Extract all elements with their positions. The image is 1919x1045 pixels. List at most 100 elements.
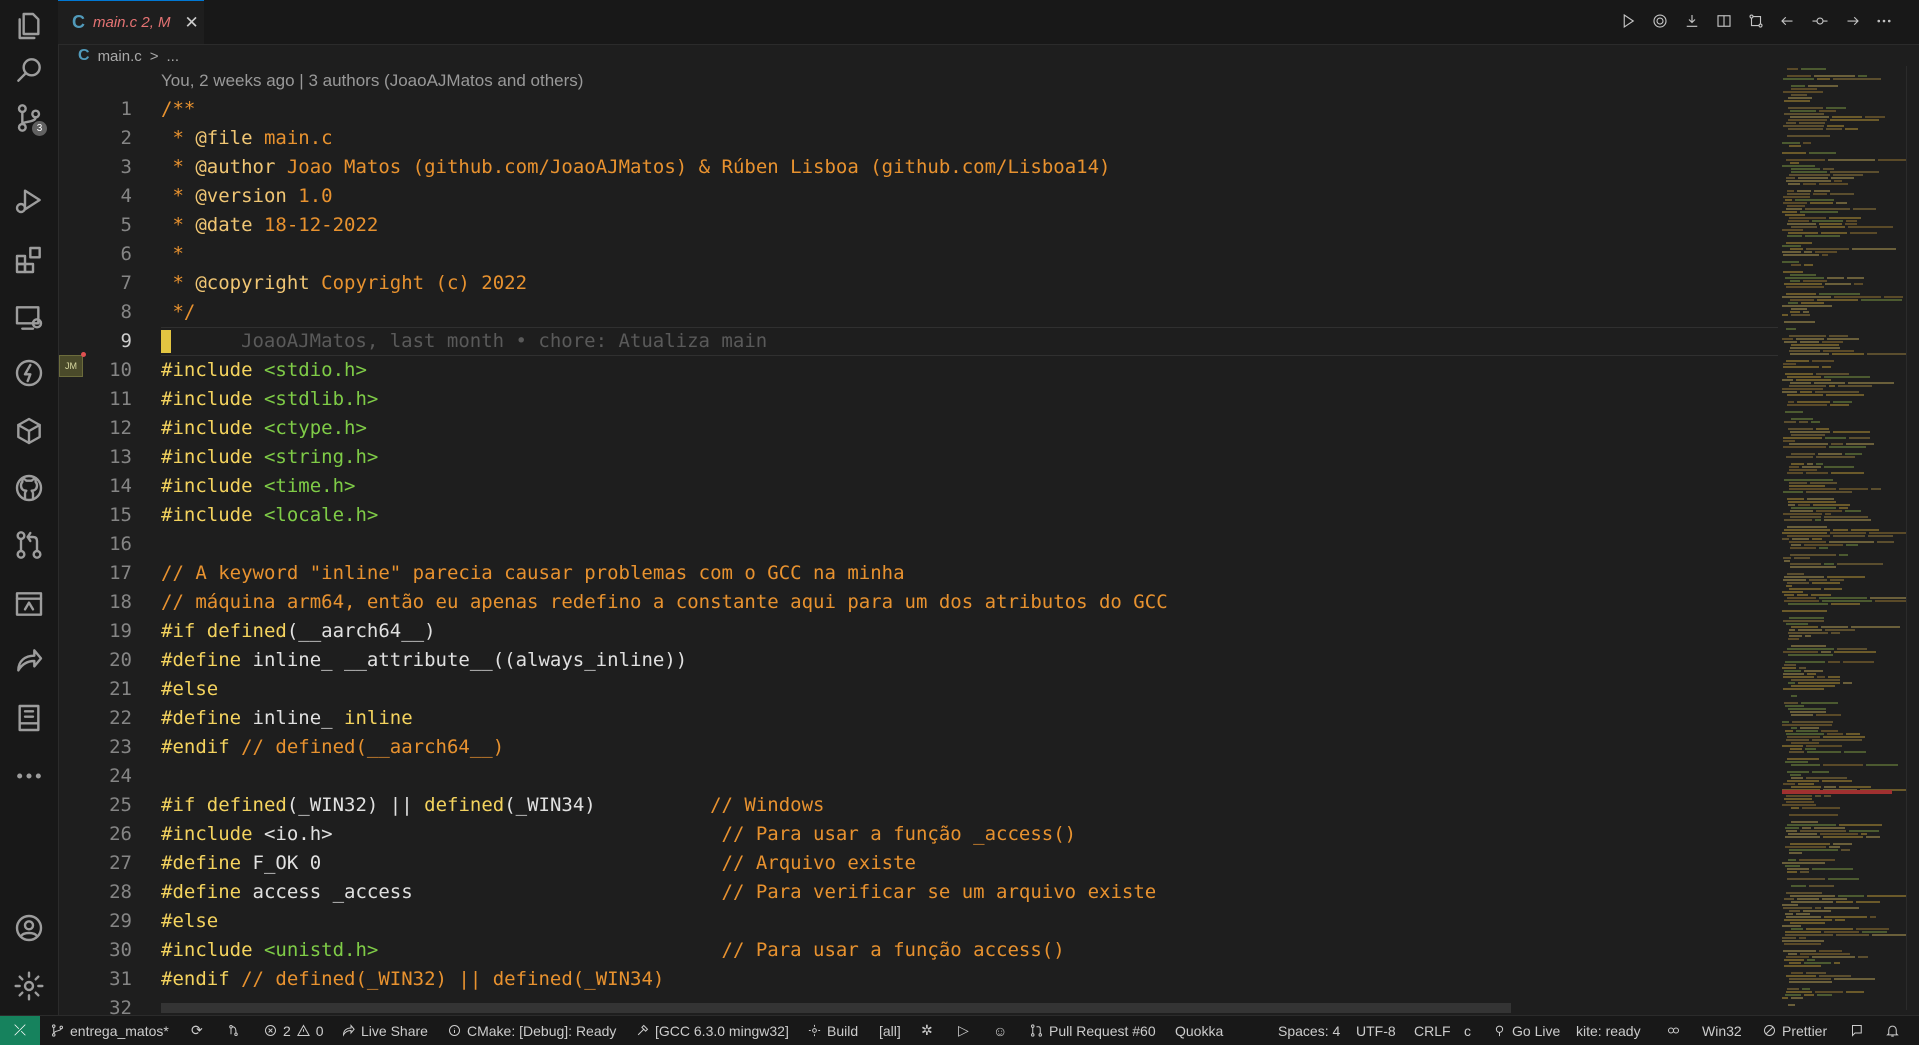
compare-icon[interactable]	[1745, 10, 1767, 32]
breadcrumb-symbol[interactable]: ...	[167, 48, 180, 65]
code-line[interactable]: 1 /**	[58, 95, 1778, 124]
github-icon[interactable]	[11, 470, 47, 506]
code-line[interactable]: 25 #if defined(_WIN32) || defined(_WIN34)…	[58, 791, 1778, 820]
remote-indicator[interactable]: ⤫	[0, 1016, 40, 1045]
sync-button[interactable]: ⟳	[191, 1016, 203, 1045]
language-mode-item[interactable]: c	[1464, 1016, 1471, 1045]
code-line[interactable]: 3 * @author Joao Matos (github.com/JoaoA…	[58, 153, 1778, 182]
run-icon[interactable]	[1617, 10, 1639, 32]
branch-item[interactable]: entrega_matos*	[50, 1016, 169, 1045]
pull-request-item[interactable]: Pull Request #60	[1029, 1016, 1156, 1045]
feedback-button[interactable]: ☺	[993, 1016, 1007, 1045]
horizontal-scrollbar[interactable]	[161, 1003, 1511, 1013]
code-line[interactable]: 14 #include <time.h>	[58, 472, 1778, 501]
notifications-button[interactable]	[1885, 1016, 1900, 1045]
minimap[interactable]	[1782, 66, 1919, 1010]
code-line[interactable]: 4 * @version 1.0	[58, 182, 1778, 211]
package-icon[interactable]	[11, 413, 47, 449]
eol-item[interactable]: CRLF	[1414, 1016, 1451, 1045]
breadcrumb-file[interactable]: main.c	[98, 48, 142, 65]
remote-explorer-icon[interactable]	[11, 300, 47, 336]
code-line[interactable]: JoaoAJMatos, last month • chore: Atualiz…	[58, 327, 1778, 356]
code-line[interactable]: 6 *	[58, 240, 1778, 269]
copilot-button[interactable]	[1666, 1016, 1681, 1045]
platform-item[interactable]: Win32	[1702, 1016, 1742, 1045]
minimap-line	[1791, 645, 1826, 647]
code-token: defined	[424, 794, 505, 816]
more-actions-icon[interactable]	[1873, 10, 1895, 32]
vertical-scrollbar[interactable]	[1906, 66, 1919, 1010]
live-share-button[interactable]: Live Share	[341, 1016, 428, 1045]
code-line[interactable]: 23 #endif // defined(__aarch64__)	[58, 733, 1778, 762]
code-line[interactable]: 17 // A keyword "inline" parecia causar p…	[58, 559, 1778, 588]
minimap-line	[1790, 922, 1825, 924]
split-editor-icon[interactable]	[1713, 10, 1735, 32]
code-line[interactable]: 21 #else	[58, 675, 1778, 704]
search-icon[interactable]	[11, 52, 47, 88]
minimap-line	[1792, 721, 1833, 723]
code-line[interactable]: 13 #include <string.h>	[58, 443, 1778, 472]
code-line[interactable]: 19 #if defined(__aarch64__)	[58, 617, 1778, 646]
source-control-icon[interactable]: 3	[11, 100, 47, 136]
quokka-item[interactable]: Quokka	[1175, 1016, 1223, 1045]
code-line[interactable]: 29 #else	[58, 907, 1778, 936]
code-line[interactable]: 26 #include <io.h> // Para usar a função …	[58, 820, 1778, 849]
timeline-icon[interactable]	[1809, 10, 1831, 32]
settings-gear-icon[interactable]	[11, 968, 47, 1004]
code-line[interactable]: 20 #define inline_ __attribute__((always_…	[58, 646, 1778, 675]
problems-item[interactable]: 2 0	[263, 1016, 324, 1045]
accounts-button[interactable]	[1850, 1016, 1865, 1045]
line-source: #include <time.h>	[161, 472, 355, 501]
code-line[interactable]: 18 // máquina arm64, então eu apenas rede…	[58, 588, 1778, 617]
explorer-icon[interactable]	[11, 8, 47, 44]
encoding-item[interactable]: UTF-8	[1356, 1016, 1396, 1045]
build-button[interactable]: Build	[807, 1016, 858, 1045]
code-line[interactable]: 15 #include <locale.h>	[58, 501, 1778, 530]
minimap-line	[1783, 271, 1803, 273]
blame-codelens[interactable]: You, 2 weeks ago | 3 authors (JoaoAJMato…	[161, 71, 583, 91]
kite-status[interactable]: kite: ready	[1576, 1016, 1641, 1045]
code-line[interactable]: 5 * @date 18-12-2022	[58, 211, 1778, 240]
code-line[interactable]: 2 * @file main.c	[58, 124, 1778, 153]
git-graph-button[interactable]	[226, 1016, 241, 1045]
code-line[interactable]: 12 #include <ctype.h>	[58, 414, 1778, 443]
more-icon[interactable]	[11, 758, 47, 794]
code-line[interactable]: 28 #define access _access // Para verific…	[58, 878, 1778, 907]
pull-requests-icon[interactable]	[11, 527, 47, 563]
code-line[interactable]: 11 #include <stdlib.h>	[58, 385, 1778, 414]
download-icon[interactable]	[1681, 10, 1703, 32]
run-debug-icon[interactable]	[11, 182, 47, 218]
account-icon[interactable]	[11, 910, 47, 946]
code-line[interactable]: 31 #endif // defined(_WIN32) || defined(_…	[58, 965, 1778, 994]
cmake-status[interactable]: CMake: [Debug]: Ready	[447, 1016, 616, 1045]
go-live-button[interactable]: Go Live	[1492, 1016, 1560, 1045]
go-forward-icon[interactable]	[1841, 10, 1863, 32]
minimap-line	[1845, 223, 1857, 225]
minimap-line	[1786, 177, 1795, 179]
code-line[interactable]: 8 */	[58, 298, 1778, 327]
notebook-icon[interactable]	[11, 700, 47, 736]
prettier-item[interactable]: Prettier	[1762, 1016, 1827, 1045]
code-line[interactable]: 27 #define F_OK 0 // Arquivo existe	[58, 849, 1778, 878]
live-share-icon[interactable]	[11, 643, 47, 679]
minimap-line	[1791, 679, 1840, 681]
debug-button[interactable]: ✲	[921, 1016, 933, 1045]
lightning-icon[interactable]	[11, 355, 47, 391]
code-line[interactable]: 16	[58, 530, 1778, 559]
go-back-icon[interactable]	[1777, 10, 1799, 32]
code-line[interactable]: 7 * @copyright Copyright (c) 2022	[58, 269, 1778, 298]
build-target[interactable]: [all]	[879, 1016, 901, 1045]
extensions-icon[interactable]	[11, 242, 47, 278]
indentation-item[interactable]: Spaces: 4	[1278, 1016, 1340, 1045]
run-button[interactable]: ▷	[958, 1016, 969, 1045]
minimap-line	[1784, 113, 1824, 115]
code-line[interactable]: 30 #include <unistd.h> // Para usar a fun…	[58, 936, 1778, 965]
gear-icon[interactable]	[1649, 10, 1671, 32]
code-line[interactable]: 22 #define inline_ inline	[58, 704, 1778, 733]
cmake-kit[interactable]: [GCC 6.3.0 mingw32]	[635, 1016, 789, 1045]
code-line[interactable]: 24	[58, 762, 1778, 791]
remote-window-icon[interactable]	[11, 586, 47, 622]
code-line[interactable]: 10 #include <stdio.h>	[58, 356, 1778, 385]
close-icon[interactable]: ✕	[185, 13, 199, 33]
tab-main-c[interactable]: C main.c 2, M ✕	[58, 0, 204, 44]
